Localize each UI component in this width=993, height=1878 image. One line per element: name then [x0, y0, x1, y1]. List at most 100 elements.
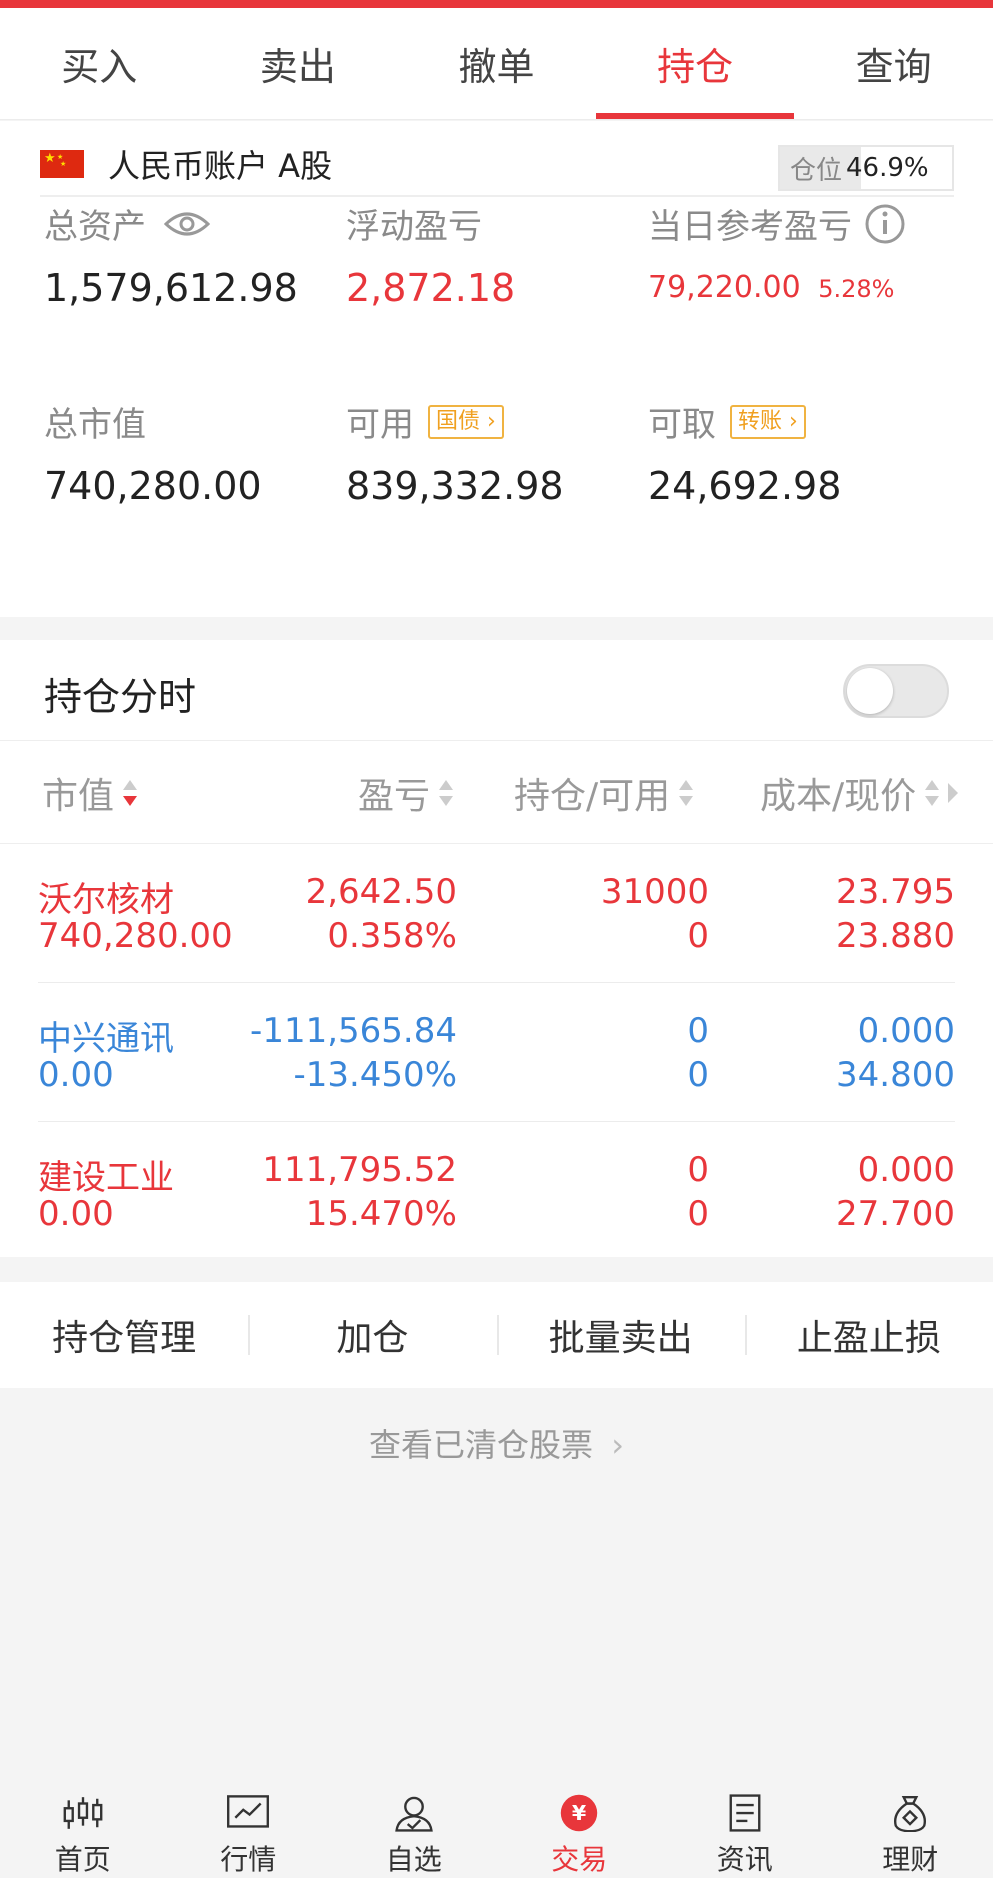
stock-pl-percent: 0.358%	[327, 916, 457, 956]
tab-query[interactable]: 查询	[794, 8, 993, 119]
tab-buy[interactable]: 买入	[0, 8, 199, 119]
position-value: 46.9%	[846, 153, 929, 183]
transfer-badge[interactable]: 转账 ›	[730, 404, 806, 439]
stock-hold: 0	[687, 1150, 709, 1190]
yen-icon: ¥	[561, 1794, 598, 1832]
position-label: 仓位	[790, 155, 843, 186]
account-row: ★ ★ ★ 人民币账户 A股 仓位 46.9%	[40, 133, 954, 197]
add-position-button[interactable]: 加仓	[248, 1309, 496, 1361]
stock-name: 建设工业	[38, 1158, 174, 1198]
nav-wealth-label: 理财	[882, 1843, 939, 1876]
stock-available: 0	[687, 916, 709, 956]
float-pl-value: 2,872.18	[346, 266, 516, 310]
eye-icon[interactable]	[164, 210, 210, 238]
day-pl-percent: 5.28%	[818, 275, 895, 303]
nav-watchlist-label: 自选	[385, 1843, 442, 1876]
candlestick-icon	[63, 1797, 103, 1829]
withdrawable-label: 可取	[648, 405, 716, 445]
stock-pl: -111,565.84	[250, 1011, 457, 1051]
market-value-value: 740,280.00	[44, 464, 262, 508]
sort-icon	[924, 778, 940, 808]
position-ratio-box: 仓位 46.9%	[778, 145, 954, 191]
market-value-label: 总市值	[44, 405, 146, 445]
bottom-navigation: 首页 行情 自选 ¥ 交易 资讯 理财	[0, 1778, 993, 1878]
holdings-intraday-title: 持仓分时	[44, 675, 197, 719]
stock-hold: 31000	[600, 872, 709, 912]
total-assets-label: 总资产	[44, 207, 146, 247]
stock-price: 34.800	[836, 1055, 955, 1095]
withdrawable-value: 24,692.98	[648, 464, 842, 508]
nav-trade[interactable]: ¥ 交易	[497, 1778, 663, 1878]
column-cost-price[interactable]: 成本/现价	[760, 767, 960, 819]
float-pl-label: 浮动盈亏	[346, 207, 482, 247]
nav-home[interactable]: 首页	[0, 1778, 166, 1878]
stock-hold: 0	[687, 1011, 709, 1051]
tab-holdings[interactable]: 持仓	[595, 8, 795, 119]
table-row[interactable]: 中兴通讯 0.00 -111,565.84 -13.450% 0 0 0.000…	[38, 983, 955, 1122]
stock-name: 沃尔核材	[38, 880, 174, 920]
float-pl-cell: 浮动盈亏 2,872.18	[346, 199, 515, 310]
total-assets-value: 1,579,612.98	[44, 266, 298, 310]
holdings-section: 持仓分时 市值 盈亏 持仓/可用 成本/现价 沃尔核材 740,280.00 2…	[0, 640, 993, 1257]
stock-pl: 2,642.50	[305, 872, 457, 912]
total-assets-cell: 总资产 1,579,612.98	[44, 199, 298, 310]
column-hold-available[interactable]: 持仓/可用	[514, 767, 694, 819]
table-row[interactable]: 建设工业 0.00 111,795.52 15.470% 0 0 0.000 2…	[38, 1122, 955, 1261]
column-pl[interactable]: 盈亏	[358, 767, 454, 819]
sort-icon	[678, 778, 694, 808]
nav-news-label: 资讯	[716, 1843, 773, 1876]
stock-cost: 0.000	[857, 1011, 955, 1051]
stock-market-value: 740,280.00	[38, 916, 233, 956]
day-pl-value: 79,220.00	[648, 270, 801, 305]
holdings-intraday-toggle[interactable]	[843, 664, 949, 718]
day-pl-cell: 当日参考盈亏 79,220.00 5.28%	[648, 199, 906, 305]
nav-market[interactable]: 行情	[166, 1778, 332, 1878]
nav-watchlist[interactable]: 自选	[331, 1778, 497, 1878]
take-profit-stop-loss-button[interactable]: 止盈止损	[744, 1309, 993, 1361]
stock-price: 23.880	[836, 916, 955, 956]
tab-sell[interactable]: 卖出	[199, 8, 398, 119]
tab-cancel-order[interactable]: 撤单	[397, 8, 596, 119]
trade-tabs: 买入 卖出 撤单 持仓 查询	[0, 8, 993, 120]
stock-name: 中兴通讯	[38, 1019, 174, 1059]
sort-desc-icon	[122, 778, 138, 808]
available-label: 可用	[346, 405, 414, 445]
stock-cost: 23.795	[836, 872, 955, 912]
stock-pl-percent: -13.450%	[293, 1055, 457, 1095]
position-management-button[interactable]: 持仓管理	[0, 1309, 248, 1361]
column-market-value[interactable]: 市值	[42, 767, 138, 819]
stock-market-value: 0.00	[38, 1055, 114, 1095]
sort-icon	[438, 778, 454, 808]
view-cleared-stocks-link[interactable]: 查看已清仓股票 ›	[0, 1420, 993, 1466]
holdings-action-bar: 持仓管理 加仓 批量卖出 止盈止损	[0, 1282, 993, 1388]
holdings-rows: 沃尔核材 740,280.00 2,642.50 0.358% 31000 0 …	[0, 844, 993, 1261]
nav-market-label: 行情	[220, 1843, 277, 1876]
stock-market-value: 0.00	[38, 1194, 114, 1234]
table-row[interactable]: 沃尔核材 740,280.00 2,642.50 0.358% 31000 0 …	[38, 844, 955, 983]
nav-home-label: 首页	[54, 1843, 111, 1876]
batch-sell-button[interactable]: 批量卖出	[496, 1309, 745, 1361]
scroll-right-icon[interactable]	[946, 781, 960, 805]
document-icon	[729, 1794, 761, 1832]
available-value: 839,332.98	[346, 464, 564, 508]
nav-trade-label: 交易	[551, 1843, 608, 1876]
top-accent-bar	[0, 0, 993, 8]
holdings-table-header: 市值 盈亏 持仓/可用 成本/现价	[0, 740, 993, 844]
stock-cost: 0.000	[857, 1150, 955, 1190]
account-name: 人民币账户 A股	[108, 147, 333, 185]
chart-icon	[227, 1795, 270, 1828]
account-summary-panel: ★ ★ ★ 人民币账户 A股 仓位 46.9% 总资产 1,579,612.98…	[0, 121, 993, 617]
treasury-bond-badge[interactable]: 国债 ›	[428, 404, 504, 439]
nav-wealth[interactable]: 理财	[828, 1778, 993, 1878]
nav-news[interactable]: 资讯	[662, 1778, 828, 1878]
stock-price: 27.700	[836, 1194, 955, 1234]
money-bag-icon	[894, 1795, 927, 1832]
stock-pl-percent: 15.470%	[305, 1194, 457, 1234]
market-value-cell: 总市值 740,280.00	[44, 397, 262, 508]
stock-available: 0	[687, 1055, 709, 1095]
info-icon[interactable]	[864, 203, 906, 245]
chevron-right-icon: ›	[611, 1426, 624, 1464]
withdrawable-cell: 可取 转账 › 24,692.98	[648, 397, 841, 508]
person-check-icon	[394, 1796, 433, 1832]
available-cell: 可用 国债 › 839,332.98	[346, 397, 564, 508]
